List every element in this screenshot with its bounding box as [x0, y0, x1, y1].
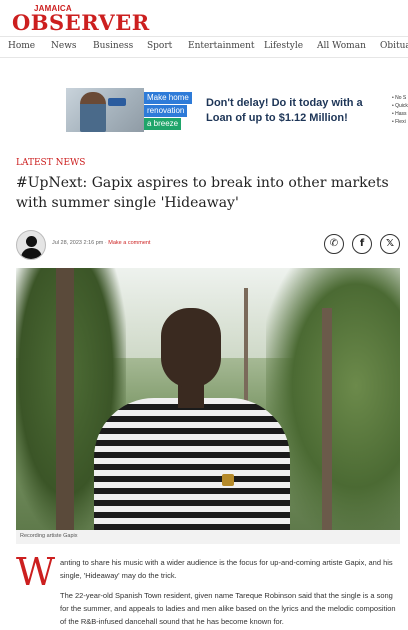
facebook-share-icon[interactable]: f — [352, 234, 372, 254]
ad-tag-2: renovation — [144, 105, 188, 117]
ad-benefit: • Quick — [392, 103, 408, 109]
nav-item-obituaries[interactable]: Obituaries — [380, 41, 408, 51]
make-comment-link[interactable]: Make a comment — [108, 240, 150, 246]
meta-separator: · — [104, 240, 107, 246]
nav-item-lifestyle[interactable]: Lifestyle — [264, 41, 303, 51]
article-date: Jul 28, 2023 2:16 pm — [52, 240, 104, 246]
photo-caption: Recording artiste Gapix — [16, 530, 400, 544]
ad-drill-figure — [108, 98, 126, 106]
ad-headline: Don't delay! Do it today with a Loan of … — [206, 97, 363, 124]
photo-subject-shirt — [94, 398, 290, 530]
ad-benefit: • No S — [392, 95, 407, 101]
twitter-share-icon[interactable]: 𝕏 — [380, 234, 400, 254]
article-paragraph-2: The 22-year-old Spanish Town resident, g… — [60, 591, 396, 626]
nav-item-home[interactable]: Home — [8, 41, 35, 51]
avatar — [16, 230, 46, 260]
article-title: #UpNext: Gapix aspires to break into oth… — [16, 175, 389, 211]
ad-photo — [66, 88, 144, 132]
article-photo — [16, 268, 400, 530]
main-nav: Home News Business Sport Entertainment L… — [0, 36, 408, 58]
article-paragraph-1: anting to share his music with a wider a… — [60, 558, 393, 580]
nav-item-entertainment[interactable]: Entertainment — [188, 41, 255, 51]
avatar-head — [26, 236, 37, 247]
nav-item-news[interactable]: News — [51, 41, 77, 51]
ad-person-figure — [80, 92, 106, 132]
article-meta: Jul 28, 2023 2:16 pm · Make a comment — [52, 240, 150, 246]
nav-item-business[interactable]: Business — [93, 41, 133, 51]
photo-shirt-patch — [222, 474, 234, 486]
site-logo[interactable]: JAMAICA OBSERVER — [12, 4, 149, 35]
drop-cap: W — [16, 550, 56, 594]
ad-banner[interactable]: Make home renovation a breeze Don't dela… — [66, 88, 408, 132]
ad-benefits-list: • No S • Quick • Hass • Flexi — [392, 94, 408, 126]
author-row: Jul 28, 2023 2:16 pm · Make a comment ✆ … — [16, 230, 400, 260]
ad-tag-1: Make home — [144, 92, 192, 104]
ad-benefit: • Flexi — [392, 119, 406, 125]
photo-trunk-left — [56, 268, 74, 530]
article-category-link[interactable]: LATEST NEWS — [16, 158, 85, 168]
ad-benefit: • Hass — [392, 111, 407, 117]
nav-item-sport[interactable]: Sport — [147, 41, 172, 51]
photo-trunk-right — [322, 308, 332, 530]
logo-observer-text: OBSERVER — [12, 10, 150, 35]
whatsapp-share-icon[interactable]: ✆ — [324, 234, 344, 254]
ad-tag-3: a breeze — [144, 118, 182, 130]
avatar-body — [21, 248, 42, 259]
photo-subject-head — [161, 308, 221, 388]
nav-item-all-woman[interactable]: All Woman — [317, 41, 366, 51]
site-header: JAMAICA OBSERVER — [0, 0, 408, 36]
